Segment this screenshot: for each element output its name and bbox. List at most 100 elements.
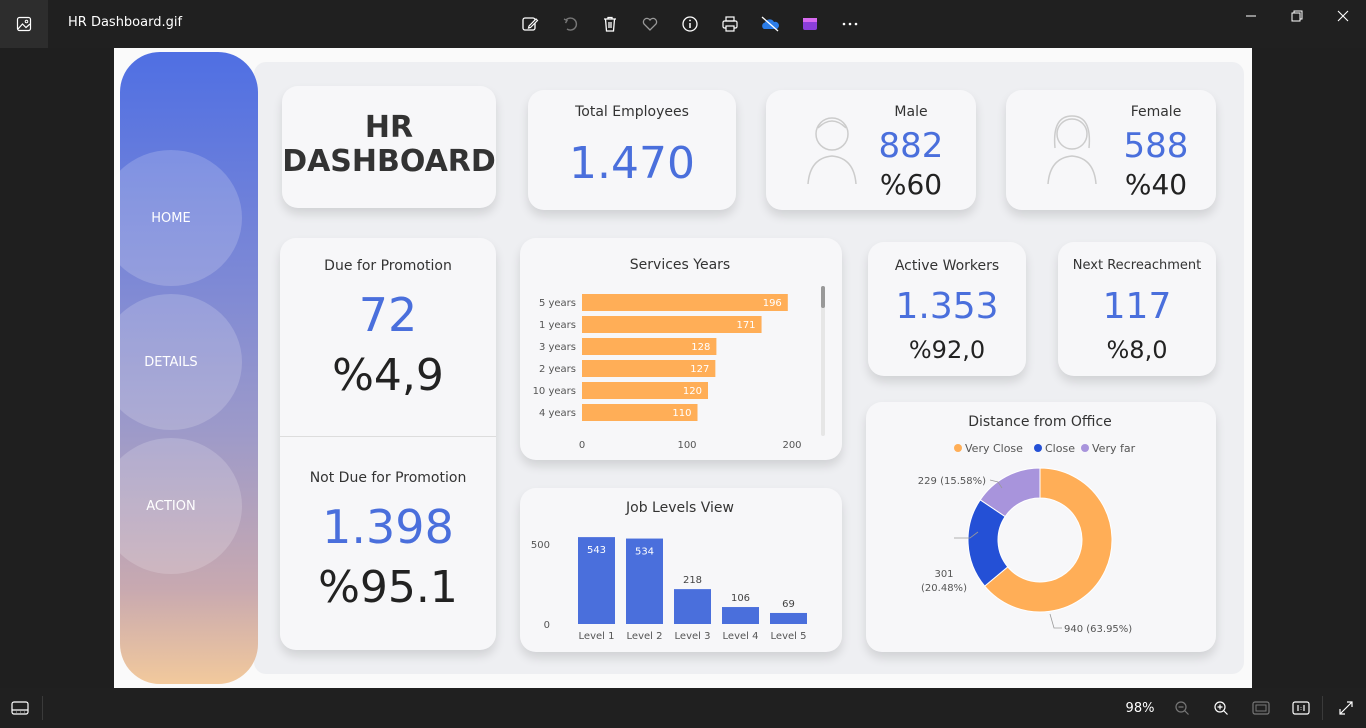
zoom-out-icon[interactable] [1170, 696, 1194, 720]
fit-window-icon[interactable] [1249, 696, 1273, 720]
male-card: Male 882 %60 [766, 90, 976, 210]
job-levels-data-label: 106 [731, 593, 750, 604]
status-divider-2 [1322, 696, 1323, 720]
services-years-bar [582, 294, 788, 311]
rotate-icon[interactable] [550, 10, 590, 38]
services-years-data-label: 127 [690, 364, 709, 375]
active-workers-value: 1.353 [895, 286, 999, 327]
promotion-divider [280, 436, 496, 437]
window-title: HR Dashboard.gif [68, 15, 183, 30]
fullscreen-icon[interactable] [1334, 696, 1358, 720]
onedrive-icon[interactable] [750, 10, 790, 38]
job-levels-category-label: Level 2 [627, 631, 663, 642]
due-promotion-pct: %4,9 [332, 350, 444, 401]
services-years-tick-label: 0 [579, 440, 585, 451]
job-levels-category-label: Level 4 [723, 631, 759, 642]
nav-action[interactable]: ACTION [114, 438, 242, 574]
distance-legend-marker [1034, 444, 1042, 452]
distance-card: Distance from Office Very Close Close Very… [866, 402, 1216, 652]
next-recreachment-card: Next Recreachment 117 %8,0 [1058, 242, 1216, 376]
edit-image-icon[interactable] [510, 10, 550, 38]
title-card: HR DASHBOARD [282, 86, 496, 208]
filmstrip-icon[interactable] [8, 696, 32, 720]
due-promotion-label: Due for Promotion [324, 258, 452, 274]
distance-label-very-far: 229 (15.58%) [918, 476, 986, 487]
title-bar: HR Dashboard.gif [0, 0, 1366, 48]
delete-icon[interactable] [590, 10, 630, 38]
minimize-button[interactable] [1228, 0, 1274, 32]
image-viewer[interactable]: HOME DETAILS ACTION HR DASHBOARD Total E… [0, 48, 1366, 688]
active-workers-card: Active Workers 1.353 %92,0 [868, 242, 1026, 376]
job-levels-bar [674, 589, 711, 624]
due-promotion-value: 72 [358, 288, 418, 342]
distance-legend-marker [954, 444, 962, 452]
distance-label-close-value: 301 [934, 569, 953, 580]
job-levels-tick-label: 500 [531, 540, 550, 551]
info-icon[interactable] [670, 10, 710, 38]
next-recreachment-value: 117 [1102, 286, 1172, 327]
toolbar [510, 10, 870, 38]
services-years-chart: Services Years 5 years 196 1 years 171 3 yea… [533, 257, 825, 451]
more-icon[interactable] [830, 10, 870, 38]
female-label: Female [1130, 104, 1182, 120]
dashboard-title-line1: HR [364, 110, 414, 145]
not-due-promotion-label: Not Due for Promotion [309, 470, 467, 486]
hr-dashboard-image: HOME DETAILS ACTION HR DASHBOARD Total E… [114, 48, 1252, 688]
job-levels-data-label: 534 [635, 547, 654, 558]
next-recreachment-pct: %8,0 [1106, 336, 1168, 364]
services-years-scrollbar [821, 286, 825, 436]
total-employees-label: Total Employees [575, 104, 689, 120]
zoom-in-icon[interactable] [1209, 696, 1233, 720]
female-card: Female 588 %40 [1006, 90, 1216, 210]
distance-label-very-close: 940 (63.95%) [1064, 624, 1132, 635]
distance-label-leader [1049, 613, 1062, 629]
services-years-category-label: 3 years [539, 342, 576, 353]
job-levels-title: Job Levels View [625, 500, 734, 516]
services-years-scroll-thumb [821, 286, 825, 308]
not-due-promotion-value: 1.398 [322, 500, 454, 554]
male-pct: %60 [879, 168, 943, 201]
female-pct: %40 [1124, 168, 1188, 201]
restore-button[interactable] [1274, 0, 1320, 32]
next-recreachment-label: Next Recreachment [1072, 258, 1202, 273]
close-button[interactable] [1320, 0, 1366, 32]
print-icon[interactable] [710, 10, 750, 38]
job-levels-data-label: 543 [587, 545, 606, 556]
status-divider [42, 696, 43, 720]
actual-size-icon[interactable] [1289, 696, 1313, 720]
total-employees-card: Total Employees 1.470 [528, 90, 736, 210]
zoom-level: 98% [1125, 700, 1155, 716]
services-years-data-label: 128 [691, 342, 710, 353]
services-years-category-label: 1 years [539, 320, 576, 331]
services-years-data-label: 110 [672, 408, 691, 419]
services-years-card: Services Years 5 years 196 1 years 171 3 yea… [520, 238, 842, 460]
not-due-promotion-pct: %95.1 [318, 562, 458, 613]
distance-label-close-pct: (20.48%) [921, 583, 967, 594]
distance-legend-label: Close [1045, 442, 1075, 455]
distance-from-office-chart: Distance from Office Very Close Close Very… [918, 414, 1136, 635]
nav-home[interactable]: HOME [114, 150, 242, 286]
services-years-data-label: 171 [736, 320, 755, 331]
job-levels-card: Job Levels View 0 500 543 Level 1 534 Level 2… [520, 488, 842, 652]
active-workers-pct: %92,0 [908, 336, 986, 364]
male-label: Male [894, 104, 928, 120]
services-years-title: Services Years [630, 257, 730, 273]
favorite-icon[interactable] [630, 10, 670, 38]
nav-panel: HOME DETAILS ACTION [114, 52, 258, 684]
clipchamp-icon[interactable] [790, 10, 830, 38]
job-levels-category-label: Level 3 [675, 631, 711, 642]
total-employees-value: 1.470 [569, 138, 695, 189]
services-years-category-label: 5 years [539, 298, 576, 309]
promotion-card: Due for Promotion 72 %4,9 Not Due for Pr… [280, 238, 496, 650]
job-levels-tick-label: 0 [544, 620, 550, 631]
distance-legend-label: Very Close [965, 442, 1023, 455]
distance-legend-marker [1081, 444, 1089, 452]
services-years-data-label: 196 [763, 298, 782, 309]
dashboard-title-line2: DASHBOARD [282, 144, 496, 179]
distance-legend-label: Very far [1092, 442, 1136, 455]
nav-details[interactable]: DETAILS [114, 294, 242, 430]
services-years-category-label: 10 years [533, 386, 576, 397]
photos-app-icon[interactable] [0, 0, 48, 48]
job-levels-category-label: Level 1 [579, 631, 615, 642]
job-levels-bar [722, 607, 759, 624]
